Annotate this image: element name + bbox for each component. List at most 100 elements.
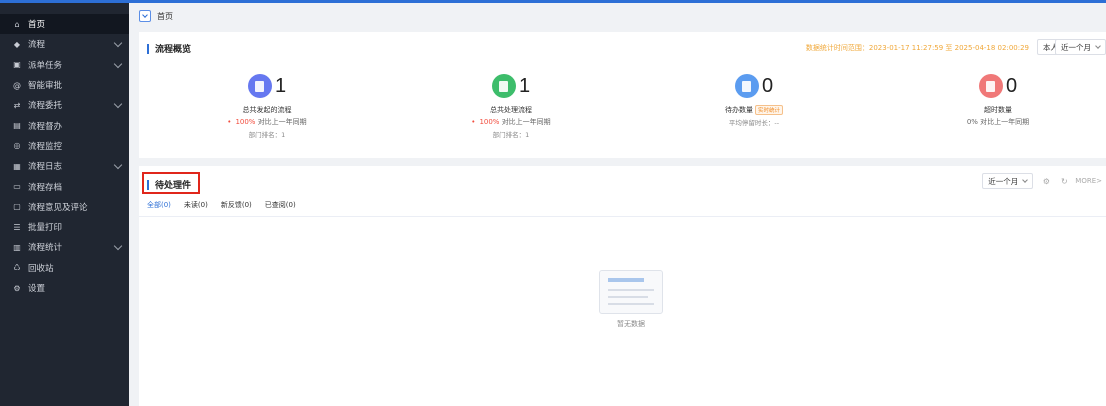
supervise-icon: ▤ (13, 121, 21, 131)
sidebar-item-2[interactable]: ▣ 派单任务 (0, 55, 129, 75)
pending-tabs: 全部(0) 未读(0) 新反馈(0) 已查阅(0) (147, 200, 309, 217)
tab-2[interactable]: 新反馈(0) (221, 200, 252, 217)
sidebar-item-8[interactable]: ▭ 流程存档 (0, 176, 129, 196)
sidebar-item-label: 流程意见及评论 (28, 202, 88, 213)
sidebar-item-10[interactable]: ☰ 批量打印 (0, 217, 129, 237)
empty-state-illustration (599, 270, 663, 314)
monitor-icon: ◎ (13, 141, 21, 151)
stat-sub: 部门排名：1 (492, 131, 530, 139)
stat-value: 1 (274, 74, 287, 97)
pending-title-text: 待处理件 (155, 181, 192, 191)
stat-sub: 部门排名：1 (248, 131, 286, 139)
overview-title-text: 流程概览 (155, 45, 192, 55)
overview-panel: 流程概览 数据统计时间范围：2023-01-17 11:27:59 至 2025… (139, 32, 1106, 158)
breadcrumb-current[interactable]: 首页 (157, 11, 173, 22)
comment-icon: ▢ (13, 202, 21, 212)
task-icon: ▣ (13, 60, 21, 70)
chevron-down-icon (113, 39, 123, 48)
stat-card[interactable]: 0 超时数量 0% 对比上一年同期 (878, 72, 1106, 127)
pending-panel: 待处理件 近一个月 ⚙ ↻ MORE> 全部(0) 未读(0) 新反馈(0) 已查阅(… (139, 166, 1106, 406)
sidebar: ⌂ 首页 ◆ 流程 ▣ 派单任务 @ 智能审批 ⇄ 流程委托 ▤ 流程督办 ◎ 流程监控 ▦ 流程日志 ▭ 流程存… (0, 3, 129, 406)
breadcrumb: 首页 (129, 3, 1106, 29)
main-content: 首页 流程概览 数据统计时间范围：2023-01-17 11:27:59 至 2… (129, 3, 1106, 406)
stat-card[interactable]: 0 待办数量 实时统计 平均停留时长：-- (634, 72, 874, 127)
status-badge: 实时统计 (754, 105, 783, 115)
settings-icon: ⚙ (13, 283, 21, 293)
sidebar-item-label: 批量打印 (28, 223, 63, 234)
delegate-icon: ⇄ (13, 100, 21, 110)
stat-value: 0 (761, 74, 774, 97)
chevron-down-icon (113, 59, 123, 68)
sidebar-item-0[interactable]: ⌂ 首页 (0, 14, 129, 35)
stat-card[interactable]: 1 总共处理流程 • 100% 对比上一年同期 部门排名：1 (391, 72, 631, 139)
overview-stats: 1 总共发起的流程 • 100% 对比上一年同期 部门排名：1 1 总共处理流程 • 100% … (139, 72, 1106, 152)
tab-3[interactable]: 已查阅(0) (265, 200, 296, 217)
sidebar-item-label: 设置 (28, 284, 46, 294)
at-icon: @ (13, 80, 21, 90)
stat-label: 总共发起的流程 (242, 106, 292, 114)
sidebar-item-11[interactable]: ▥ 流程统计 (0, 237, 129, 257)
print-icon: ☰ (13, 222, 21, 232)
stat-head: 0 (634, 72, 874, 100)
chevron-down-icon (1022, 177, 1029, 183)
sidebar-item-3[interactable]: @ 智能审批 (0, 75, 129, 95)
sidebar-item-label: 派单任务 (28, 60, 63, 71)
stat-value: 0 (1005, 74, 1018, 97)
sidebar-item-7[interactable]: ▦ 流程日志 (0, 156, 129, 176)
stat-head: 0 (878, 72, 1106, 100)
title-accent-bar (147, 179, 149, 190)
stat-head: 1 (147, 72, 387, 100)
more-link[interactable]: MORE> (1075, 177, 1102, 185)
sidebar-item-9[interactable]: ▢ 流程意见及评论 (0, 197, 129, 217)
stat-value: 1 (518, 74, 531, 97)
chevron-down-icon (113, 160, 123, 170)
sidebar-item-4[interactable]: ⇄ 流程委托 (0, 95, 129, 115)
home-icon: ⌂ (14, 19, 20, 29)
pending-title: 待处理件 (147, 178, 191, 191)
chevron-down-icon (113, 242, 123, 251)
chevron-down-icon (1095, 43, 1101, 49)
sidebar-item-label: 首页 (28, 20, 46, 31)
overview-period-value: 近一个月 (1061, 42, 1091, 52)
stats-range-text: 数据统计时间范围：2023-01-17 11:27:59 至 2025-04-1… (805, 44, 1029, 52)
sidebar-item-label: 流程存档 (28, 182, 63, 193)
title-accent-bar (147, 43, 149, 54)
sidebar-item-6[interactable]: ◎ 流程监控 (0, 136, 129, 156)
sidebar-item-label: 回收站 (28, 263, 54, 274)
stat-compare: • 100% 对比上一年同期 (227, 118, 307, 126)
stat-label: 超时数量 (984, 106, 1012, 114)
stat-label: 待办数量 实时统计 (634, 105, 874, 115)
stat-card[interactable]: 1 总共发起的流程 • 100% 对比上一年同期 部门排名：1 (147, 72, 387, 139)
chevron-down-icon (113, 99, 123, 109)
gear-icon[interactable]: ⚙ (1041, 176, 1051, 186)
document-icon (734, 74, 759, 98)
sidebar-item-13[interactable]: ⚙ 设置 (0, 278, 129, 298)
pending-controls: 近一个月 ⚙ ↻ MORE> (982, 173, 1106, 189)
pending-period-value: 近一个月 (988, 176, 1019, 186)
sidebar-item-label: 流程统计 (28, 243, 63, 254)
overview-period-select[interactable]: 近一个月 (1055, 39, 1106, 55)
stat-compare: • 100% 对比上一年同期 (471, 118, 551, 126)
sidebar-item-label: 流程监控 (28, 141, 63, 152)
collapse-sidebar-button[interactable] (139, 10, 151, 22)
layers-icon: ◆ (13, 39, 21, 49)
sidebar-item-5[interactable]: ▤ 流程督办 (0, 115, 129, 135)
overview-title: 流程概览 (147, 42, 191, 55)
stat-sub: 平均停留时长：-- (728, 119, 780, 127)
sidebar-item-1[interactable]: ◆ 流程 (0, 34, 129, 54)
refresh-icon[interactable]: ↻ (1059, 176, 1069, 186)
chevron-down-icon (142, 12, 148, 18)
document-icon (491, 74, 516, 98)
document-icon (247, 74, 272, 98)
tab-0[interactable]: 全部(0) (147, 200, 171, 217)
stat-head: 1 (391, 72, 631, 100)
sidebar-item-12[interactable]: ♺ 回收站 (0, 258, 129, 278)
sidebar-item-label: 流程督办 (28, 121, 63, 132)
stat-label: 总共处理流程 (490, 106, 532, 114)
trash-icon: ♺ (13, 263, 21, 273)
pending-period-select[interactable]: 近一个月 (982, 173, 1034, 189)
stat-compare: 0% 对比上一年同期 (966, 118, 1030, 126)
sidebar-item-label: 流程 (28, 40, 46, 51)
archive-icon: ▭ (13, 182, 21, 192)
tab-1[interactable]: 未读(0) (184, 200, 208, 217)
